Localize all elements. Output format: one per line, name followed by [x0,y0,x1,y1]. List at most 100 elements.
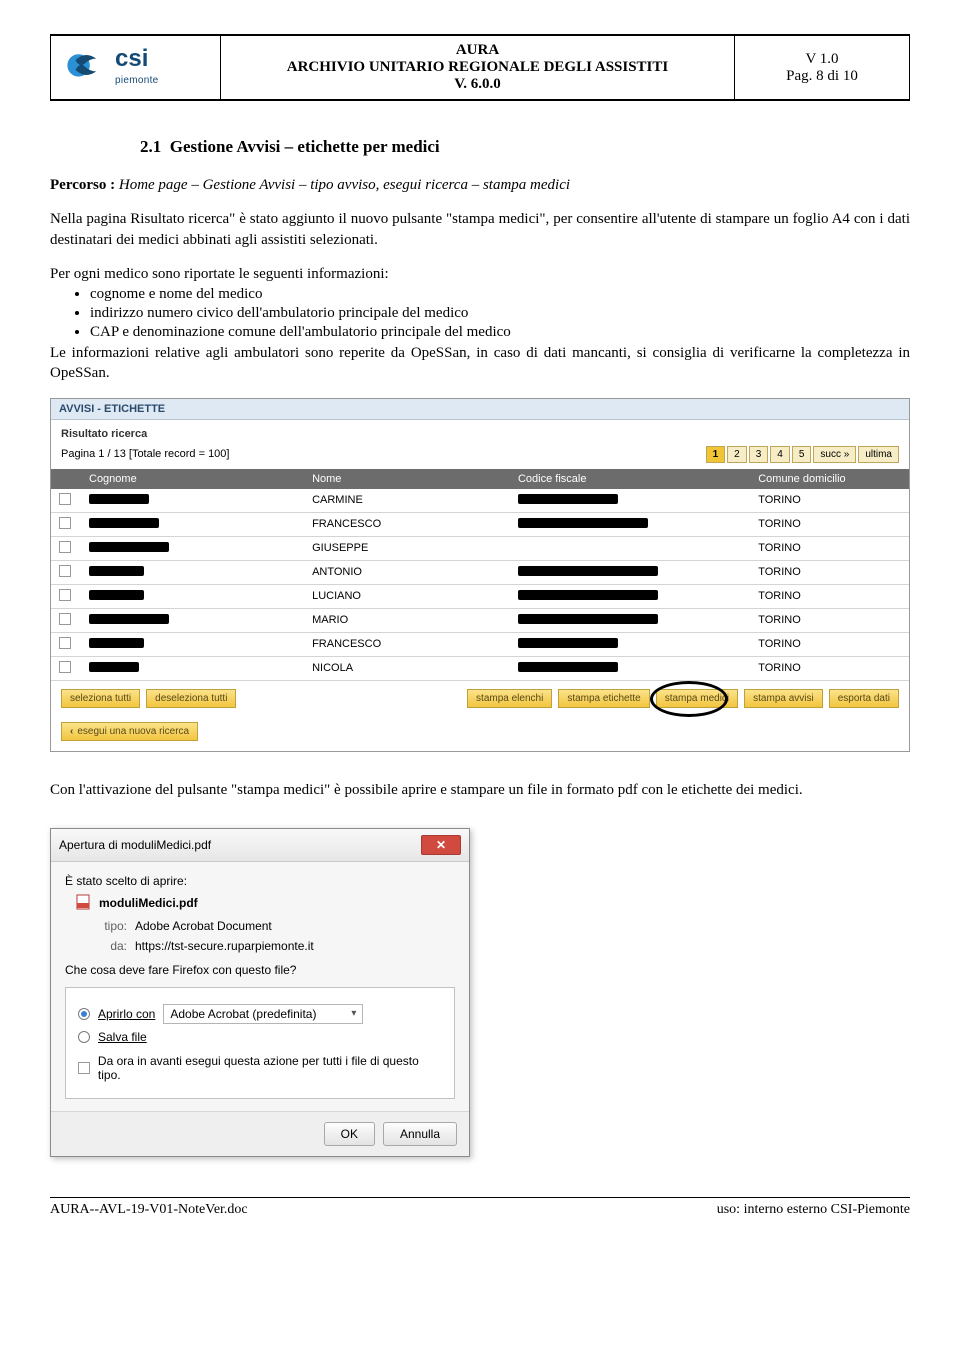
redacted-cognome [89,518,159,528]
screenshot-download-dialog: Apertura di moduliMedici.pdf ✕ È stato s… [50,828,470,1157]
save-file-label: Salva file [98,1030,147,1044]
table-row: ANTONIOTORINO [51,560,909,584]
table-row: FRANCESCO TORINO [51,512,909,536]
panel-subtitle: Risultato ricerca [51,420,909,442]
redacted-cognome [89,614,169,624]
cell-comune: TORINO [750,512,909,536]
pager-page[interactable]: 4 [770,446,790,463]
page-count-info: Pagina 1 / 13 [Totale record = 100] [61,448,229,460]
esporta-dati-button[interactable]: esporta dati [829,689,899,708]
remember-checkbox[interactable] [78,1062,90,1074]
cell-nome: GIUSEPPE [304,536,510,560]
redacted-cognome [89,542,169,552]
csi-logo-icon [61,48,109,87]
redacted-codice-fiscale [518,518,648,528]
ok-button[interactable]: OK [324,1122,375,1146]
paragraph-3: Le informazioni relative agli ambulatori… [50,343,910,384]
percorso-line: Percorso : Home page – Gestione Avvisi –… [50,175,910,195]
redacted-codice-fiscale [518,638,618,648]
da-label: da: [91,939,127,953]
pager-last[interactable]: ultima [858,446,899,463]
radio-save-file[interactable] [78,1031,90,1043]
header-version-cell: V 1.0 Pag. 8 di 10 [735,36,910,100]
redacted-cognome [89,662,139,672]
new-search-button[interactable]: esegui una nuova ricerca [61,722,198,741]
document-header: csi piemonte AURA ARCHIVIO UNITARIO REGI… [50,34,910,101]
row-checkbox[interactable] [59,541,71,553]
open-with-combo[interactable]: Adobe Acrobat (predefinita) [163,1004,363,1024]
list-item: CAP e denominazione comune dell'ambulato… [90,324,910,341]
logo-text: csi [115,45,148,72]
header-title-3: V. 6.0.0 [231,76,724,93]
dialog-filename: moduliMedici.pdf [99,896,198,910]
pager-page[interactable]: 3 [749,446,769,463]
cell-nome: NICOLA [304,656,510,680]
row-checkbox[interactable] [59,637,71,649]
col-comune: Comune domicilio [750,469,909,489]
stampa-etichette-button[interactable]: stampa etichette [558,689,649,708]
cell-nome: CARMINE [304,489,510,513]
col-codice-fiscale: Codice fiscale [510,469,750,489]
footer-left: AURA--AVL-19-V01-NoteVer.doc [50,1202,248,1218]
footer-right: uso: interno esterno CSI-Piemonte [717,1202,910,1218]
table-row: NICOLATORINO [51,656,909,680]
cell-comune: TORINO [750,632,909,656]
dialog-question: Che cosa deve fare Firefox con questo fi… [65,963,455,977]
redacted-codice-fiscale [518,614,658,624]
col-cognome: Cognome [81,469,304,489]
cell-nome: LUCIANO [304,584,510,608]
col-nome: Nome [304,469,510,489]
deselect-all-button[interactable]: deseleziona tutti [146,689,236,708]
stampa-elenchi-button[interactable]: stampa elenchi [467,689,552,708]
stampa-avvisi-button[interactable]: stampa avvisi [744,689,823,708]
header-logo-cell: csi piemonte [51,36,221,100]
pager-page[interactable]: 1 [706,446,726,463]
list-item: cognome e nome del medico [90,286,910,303]
redacted-codice-fiscale [518,662,618,672]
screenshot-avvisi-etichette: AVVISI - ETICHETTE Risultato ricerca Pag… [50,398,910,752]
row-checkbox[interactable] [59,589,71,601]
dialog-heading: È stato scelto di aprire: [65,874,455,888]
table-row: LUCIANOTORINO [51,584,909,608]
table-row: CARMINE TORINO [51,489,909,513]
table-row: GIUSEPPE TORINO [51,536,909,560]
redacted-cognome [89,494,149,504]
redacted-codice-fiscale [518,566,658,576]
tipo-value: Adobe Acrobat Document [135,919,272,933]
panel-title: AVVISI - ETICHETTE [51,399,909,420]
cell-comune: TORINO [750,536,909,560]
stampa-medici-button[interactable]: stampa medici [656,689,738,708]
paragraph-1: Nella pagina Risultato ricerca" è stato … [50,209,910,250]
results-table: Cognome Nome Codice fiscale Comune domic… [51,469,909,681]
table-row: FRANCESCO TORINO [51,632,909,656]
redacted-codice-fiscale [518,590,658,600]
row-checkbox[interactable] [59,613,71,625]
pager-page[interactable]: 5 [792,446,812,463]
header-page: Pag. 8 di 10 [745,68,899,85]
info-bullet-list: cognome e nome del medico indirizzo nume… [90,286,910,341]
cell-nome: MARIO [304,608,510,632]
table-row: MARIO TORINO [51,608,909,632]
cancel-button[interactable]: Annulla [383,1122,457,1146]
cell-comune: TORINO [750,489,909,513]
cell-nome: FRANCESCO [304,632,510,656]
pdf-icon [75,894,91,913]
cell-nome: FRANCESCO [304,512,510,536]
cell-nome: ANTONIO [304,560,510,584]
row-checkbox[interactable] [59,565,71,577]
row-checkbox[interactable] [59,661,71,673]
pager-next[interactable]: succ » [813,446,856,463]
list-item: indirizzo numero civico dell'ambulatorio… [90,305,910,322]
select-all-button[interactable]: seleziona tutti [61,689,140,708]
row-checkbox[interactable] [59,493,71,505]
redacted-cognome [89,638,144,648]
radio-open-with[interactable] [78,1008,90,1020]
close-icon[interactable]: ✕ [421,835,461,855]
pager-page[interactable]: 2 [727,446,747,463]
redacted-cognome [89,590,144,600]
col-checkbox [51,469,81,489]
cell-comune: TORINO [750,608,909,632]
row-checkbox[interactable] [59,517,71,529]
pager: 1 2 3 4 5 succ » ultima [706,446,899,463]
section-heading: 2.1 Gestione Avvisi – etichette per medi… [140,137,910,157]
